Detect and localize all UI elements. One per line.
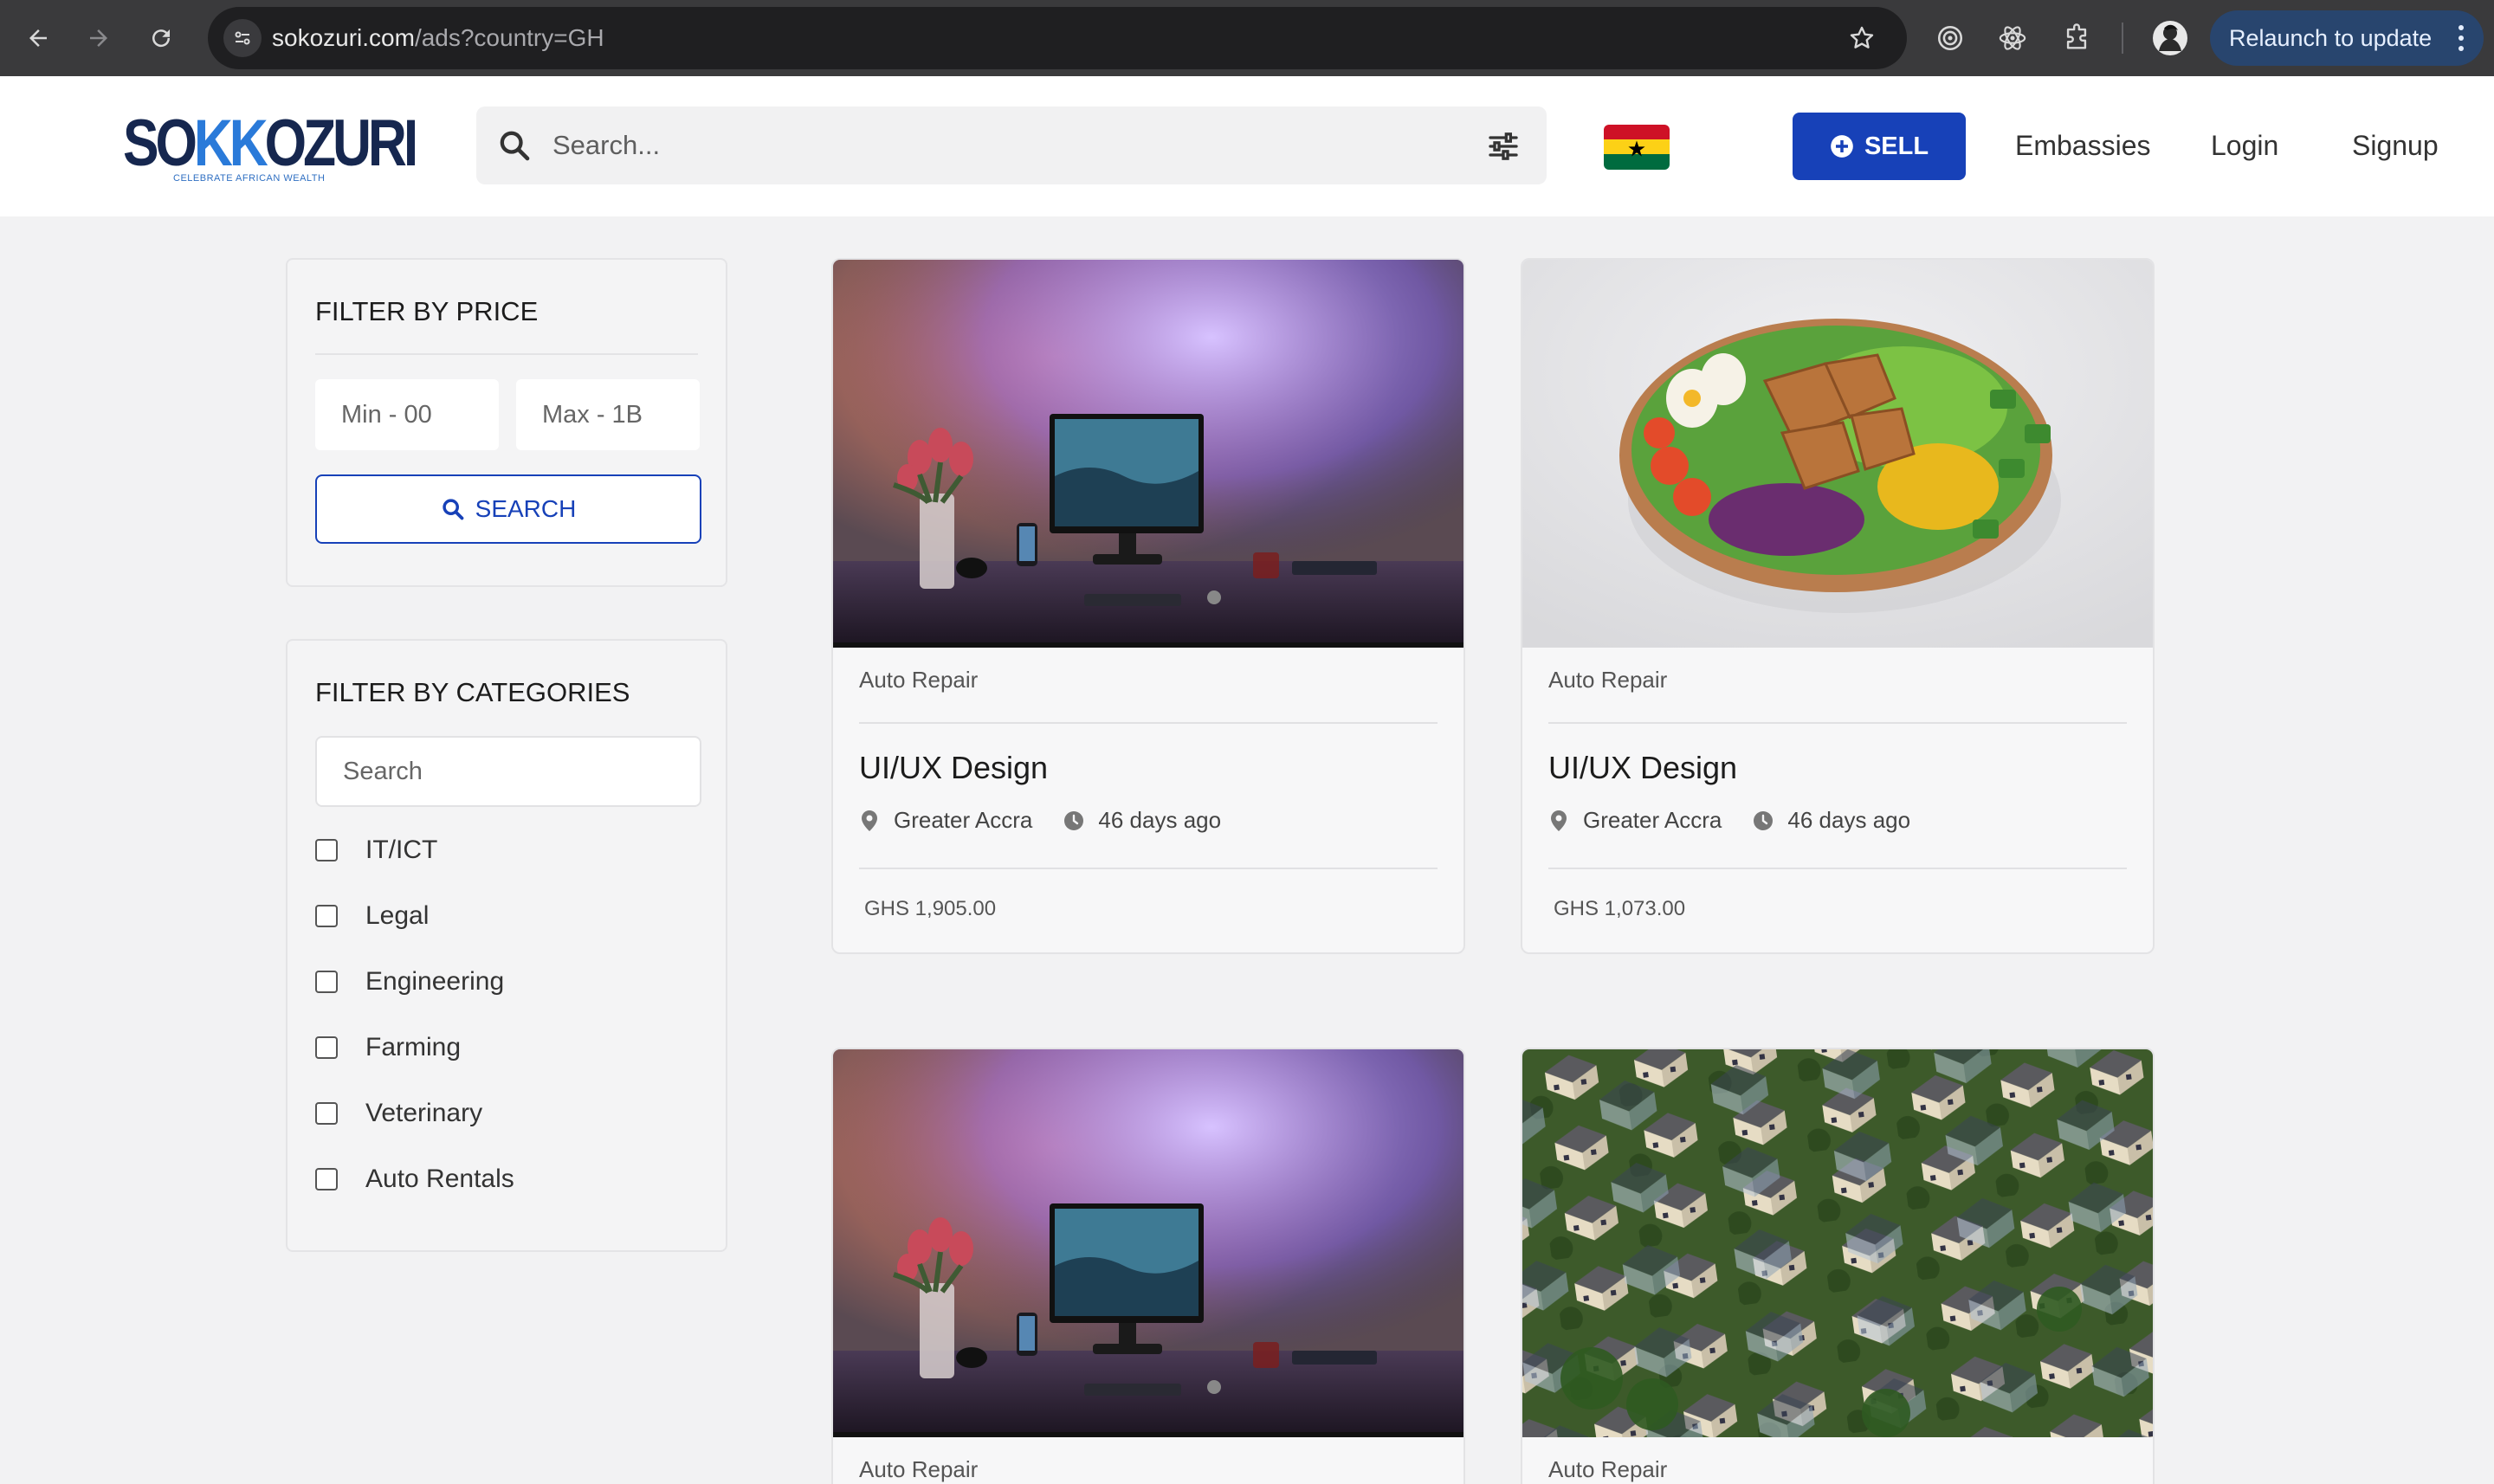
- listing-category: Auto Repair: [1548, 1456, 1668, 1482]
- checkbox[interactable]: [315, 1102, 338, 1125]
- category-item-farming[interactable]: Farming: [315, 1030, 461, 1065]
- listing-posted: 46 days ago: [1787, 807, 1911, 833]
- listing-category: Auto Repair: [859, 667, 979, 693]
- divider: [1548, 722, 2127, 724]
- extension-react-icon[interactable]: [1990, 16, 2035, 61]
- min-price-input[interactable]: [315, 379, 499, 450]
- forward-icon[interactable]: [76, 16, 121, 61]
- category-item-auto-rentals[interactable]: Auto Rentals: [315, 1162, 514, 1197]
- site-header: SOKKOZURI CELEBRATE AFRICAN WEALTH SELL …: [0, 76, 2494, 216]
- nav-login-link[interactable]: Login: [2211, 130, 2278, 162]
- address-bar[interactable]: sokozuri.com/ads?country=GH: [208, 7, 1907, 69]
- listing-card[interactable]: Auto Repair: [1521, 1048, 2155, 1484]
- max-price-input[interactable]: [516, 379, 700, 450]
- category-item-engineering[interactable]: Engineering: [315, 965, 504, 999]
- extension-target-icon[interactable]: [1928, 16, 1973, 61]
- site-info-icon[interactable]: [223, 19, 262, 57]
- category-label: Engineering: [365, 967, 505, 996]
- listing-location: Greater Accra: [894, 807, 1033, 833]
- checkbox[interactable]: [315, 1036, 338, 1059]
- map-pin-icon: [862, 810, 877, 831]
- category-item-veterinary[interactable]: Veterinary: [315, 1096, 482, 1131]
- category-filter-panel: FILTER BY CATEGORIES IT/ICT Legal Engine…: [286, 639, 727, 1252]
- browser-toolbar: sokozuri.com/ads?country=GH Relaunch to …: [0, 0, 2494, 76]
- sell-label: SELL: [1864, 132, 1929, 160]
- nav-embassies-link[interactable]: Embassies: [2015, 130, 2151, 162]
- divider: [315, 353, 698, 355]
- checkbox[interactable]: [315, 1168, 338, 1190]
- checkbox[interactable]: [315, 971, 338, 993]
- listing-location: Greater Accra: [1583, 807, 1722, 833]
- logo-text-b: OZURI: [264, 106, 418, 180]
- divider: [1548, 868, 2127, 869]
- category-label: Auto Rentals: [365, 1165, 514, 1193]
- filter-tune-icon[interactable]: [1486, 129, 1521, 164]
- listing-price: GHS 1,905.00: [864, 897, 997, 920]
- logo-text-a: SO: [123, 106, 197, 180]
- sokozuri-logo[interactable]: SOKKOZURI CELEBRATE AFRICAN WEALTH: [123, 111, 418, 189]
- category-item-it-ict[interactable]: IT/ICT: [315, 833, 437, 868]
- search-icon: [442, 499, 464, 520]
- listing-card[interactable]: Auto Repair: [831, 1048, 1465, 1484]
- relaunch-button[interactable]: Relaunch to update: [2210, 10, 2484, 66]
- price-search-label: SEARCH: [475, 495, 577, 522]
- map-pin-icon: [1551, 810, 1567, 831]
- listing-card[interactable]: Auto Repair UI/UX Design Greater Accra 4…: [831, 258, 1465, 954]
- search-icon: [500, 131, 530, 161]
- clock-icon: [1064, 810, 1084, 830]
- listing-price: GHS 1,073.00: [1554, 897, 1686, 920]
- price-search-button[interactable]: SEARCH: [315, 474, 701, 544]
- listing-card[interactable]: Auto Repair UI/UX Design Greater Accra 4…: [1521, 258, 2155, 954]
- bookmark-star-icon[interactable]: [1843, 19, 1881, 57]
- category-search-input[interactable]: [315, 736, 701, 807]
- listing-category: Auto Repair: [1548, 667, 1668, 693]
- desk-monitor-photo: [833, 260, 1463, 648]
- category-label: Farming: [365, 1033, 462, 1061]
- divider: [859, 722, 1438, 724]
- salad-bowl-photo: [1522, 260, 2153, 648]
- listing-title[interactable]: UI/UX Design: [1548, 750, 1737, 786]
- sell-button[interactable]: SELL: [1793, 113, 1966, 180]
- checkbox[interactable]: [315, 905, 338, 927]
- price-filter-title: FILTER BY PRICE: [315, 296, 539, 326]
- profile-avatar[interactable]: [2148, 16, 2193, 61]
- category-label: IT/ICT: [365, 836, 438, 864]
- site-search-bar[interactable]: [476, 106, 1547, 184]
- listing-meta: Greater Accra 46 days ago: [859, 807, 1221, 834]
- logo-text-k: KK: [193, 106, 268, 180]
- listing-category: Auto Repair: [859, 1456, 979, 1482]
- category-filter-title: FILTER BY CATEGORIES: [315, 677, 630, 707]
- divider: [859, 868, 1438, 869]
- back-icon[interactable]: [16, 16, 61, 61]
- extensions-puzzle-icon[interactable]: [2054, 16, 2099, 61]
- listing-meta: Greater Accra 46 days ago: [1548, 807, 1910, 834]
- url-path: /ads?country=GH: [414, 24, 604, 51]
- site-search-input[interactable]: [552, 124, 1418, 167]
- desk-monitor-photo: [833, 1049, 1463, 1437]
- logo-wordmark: SOKKOZURI: [123, 111, 418, 177]
- category-item-legal[interactable]: Legal: [315, 899, 429, 933]
- ghana-flag-icon[interactable]: [1604, 125, 1670, 170]
- listing-title[interactable]: UI/UX Design: [859, 750, 1048, 786]
- url-text: sokozuri.com/ads?country=GH: [272, 24, 604, 52]
- plus-circle-icon: [1831, 135, 1853, 158]
- category-label: Veterinary: [365, 1099, 483, 1127]
- relaunch-label: Relaunch to update: [2229, 24, 2433, 51]
- clock-icon: [1754, 810, 1774, 830]
- listing-posted: 46 days ago: [1098, 807, 1222, 833]
- price-filter-panel: FILTER BY PRICE SEARCH: [286, 258, 727, 587]
- nav-signup-link[interactable]: Signup: [2352, 130, 2439, 162]
- reload-icon[interactable]: [139, 16, 184, 61]
- category-label: Legal: [365, 901, 430, 930]
- checkbox[interactable]: [315, 839, 338, 861]
- url-host: sokozuri.com: [272, 24, 415, 51]
- toolbar-divider: [2122, 23, 2123, 54]
- menu-dots-icon[interactable]: [2458, 23, 2465, 54]
- houses-aerial-photo: [1522, 1049, 2153, 1437]
